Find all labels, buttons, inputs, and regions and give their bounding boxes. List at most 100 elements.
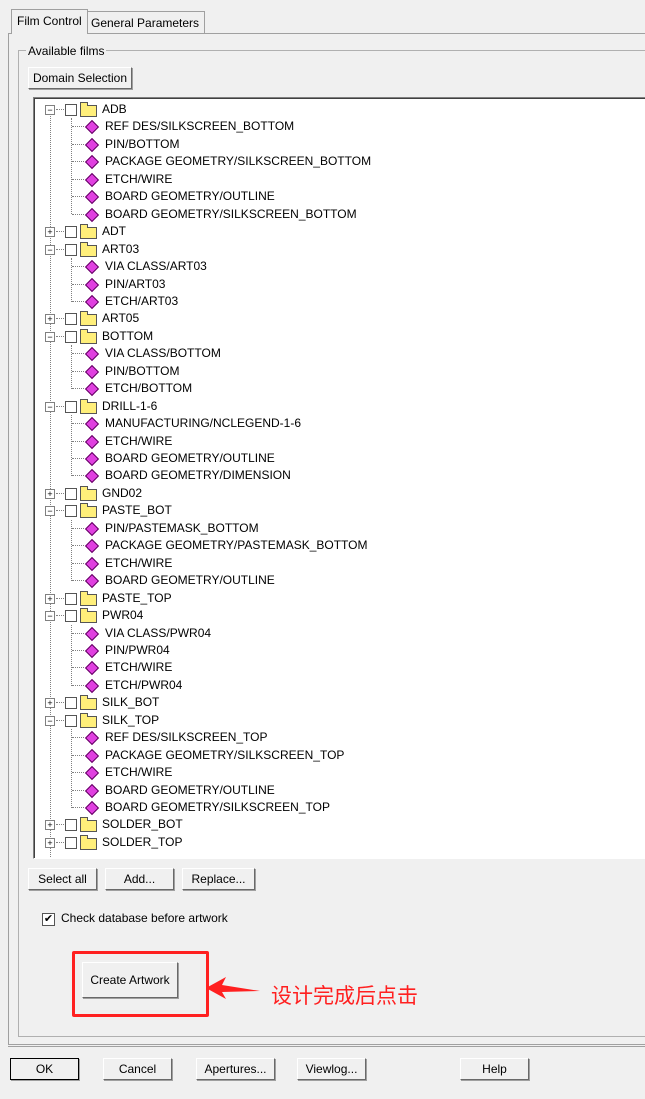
tree-subclass-row[interactable]: PACKAGE GEOMETRY/PASTEMASK_BOTTOM (34, 537, 634, 554)
film-checkbox[interactable] (65, 714, 77, 727)
tree-subclass-row[interactable]: ETCH/WIRE (34, 764, 634, 781)
apertures-button[interactable]: Apertures... (196, 1058, 275, 1080)
expand-icon[interactable]: + (45, 227, 55, 238)
collapse-icon[interactable]: − (45, 715, 55, 726)
collapse-icon[interactable]: − (45, 401, 55, 412)
tree-subclass-row[interactable]: ETCH/WIRE (34, 555, 634, 572)
tree-subclass-row[interactable]: PIN/ART03 (34, 276, 634, 293)
collapse-icon[interactable]: − (45, 244, 55, 255)
tree-subclass-row[interactable]: PIN/BOTTOM (34, 136, 634, 153)
tree-folder-row[interactable]: + SOLDER_TOP (34, 834, 634, 851)
tree-folder-row[interactable]: + SILK_BOT (34, 694, 634, 711)
tree-subclass-row[interactable]: BOARD GEOMETRY/DIMENSION (34, 467, 634, 484)
expand-icon[interactable]: + (45, 593, 55, 604)
tree-subclass-row[interactable]: PIN/BOTTOM (34, 363, 634, 380)
tree-subclass-row[interactable]: BOARD GEOMETRY/SILKSCREEN_TOP (34, 799, 634, 816)
tree-line (72, 772, 84, 774)
film-name: PASTE_TOP (102, 590, 172, 605)
tree-folder-row[interactable]: − DRILL-1-6 (34, 398, 634, 415)
tree-subclass-row[interactable]: ETCH/WIRE (34, 171, 634, 188)
tree-folder-row[interactable]: − ADB (34, 101, 634, 118)
tree-subclass-row[interactable]: BOARD GEOMETRY/OUTLINE (34, 782, 634, 799)
tree-subclass-row[interactable]: MANUFACTURING/NCLEGEND-1-6 (34, 415, 634, 432)
tree-subclass-row[interactable]: VIA CLASS/PWR04 (34, 625, 634, 642)
collapse-icon[interactable]: − (45, 105, 55, 115)
tree-line (56, 702, 64, 704)
tree-folder-row[interactable]: − PASTE_BOT (34, 502, 634, 519)
film-checkbox[interactable] (65, 819, 77, 832)
tree-subclass-row[interactable]: VIA CLASS/ART03 (34, 258, 634, 275)
expand-icon[interactable]: + (45, 698, 55, 709)
tree-subclass-row[interactable]: BOARD GEOMETRY/OUTLINE (34, 572, 634, 589)
help-button[interactable]: Help (460, 1058, 529, 1080)
tree-folder-row[interactable]: − BOTTOM (34, 328, 634, 345)
tab-general-parameters[interactable]: General Parameters (85, 11, 206, 34)
film-name: SOLDER_TOP (102, 834, 183, 849)
film-checkbox[interactable] (65, 610, 77, 623)
tree-subclass-row[interactable]: PIN/PWR04 (34, 642, 634, 659)
film-checkbox[interactable] (65, 697, 77, 710)
tree-subclass-row[interactable]: PACKAGE GEOMETRY/SILKSCREEN_TOP (34, 747, 634, 764)
tree-subclass-row[interactable]: ETCH/ART03 (34, 293, 634, 310)
film-name: ART03 (102, 241, 140, 256)
film-tree[interactable]: − ADB REF DES/SILKSCREEN_BOTTOM PIN/BOTTOM P… (33, 97, 645, 859)
tree-line (72, 178, 84, 180)
film-checkbox[interactable] (65, 330, 77, 343)
viewlog-button[interactable]: Viewlog... (297, 1058, 366, 1080)
ok-button[interactable]: OK (10, 1058, 79, 1080)
domain-selection-button[interactable]: Domain Selection (28, 67, 132, 89)
tree-folder-row[interactable]: − SILK_TOP (34, 712, 634, 729)
tree-folder-row[interactable]: + SOLDER_BOT (34, 816, 634, 833)
subclass-diamond-icon (84, 574, 100, 589)
tree-subclass-row[interactable]: VIA CLASS/BOTTOM (34, 345, 634, 362)
tree-subclass-row[interactable]: ETCH/WIRE (34, 659, 634, 676)
film-checkbox[interactable] (65, 104, 77, 116)
film-checkbox[interactable] (65, 487, 77, 500)
tree-subclass-row[interactable]: ETCH/WIRE (34, 433, 634, 450)
tree-subclass-row[interactable]: REF DES/SILKSCREEN_BOTTOM (34, 118, 634, 135)
tree-subclass-row[interactable]: PIN/PASTEMASK_BOTTOM (34, 520, 634, 537)
film-checkbox[interactable] (65, 226, 77, 239)
expand-icon[interactable]: + (45, 314, 55, 325)
tree-subclass-row[interactable]: ETCH/PWR04 (34, 677, 634, 694)
expand-icon[interactable]: + (45, 488, 55, 499)
expand-icon[interactable]: + (45, 820, 55, 831)
add-button[interactable]: Add... (105, 868, 174, 890)
film-checkbox[interactable] (65, 836, 77, 849)
expand-icon[interactable]: + (45, 837, 55, 848)
collapse-icon[interactable]: − (45, 331, 55, 342)
folder-open-icon (80, 102, 97, 117)
tree-folder-row[interactable]: + GND02 (34, 485, 634, 502)
subclass-name: REF DES/SILKSCREEN_BOTTOM (105, 119, 295, 134)
create-artwork-button[interactable]: Create Artwork (82, 962, 178, 998)
replace-button[interactable]: Replace... (182, 868, 255, 890)
film-checkbox[interactable] (65, 313, 77, 326)
tree-folder-row[interactable]: − PWR04 (34, 607, 634, 624)
tree-folder-row[interactable]: − ART03 (34, 241, 634, 258)
subclass-name: ETCH/PWR04 (105, 677, 183, 692)
subclass-diamond-icon (84, 294, 100, 310)
tree-folder-row[interactable]: + ART05 (34, 310, 634, 327)
tree-folder-row[interactable]: + ADT (34, 223, 634, 240)
film-checkbox[interactable] (65, 592, 77, 605)
tab-film-control[interactable]: Film Control (11, 9, 88, 34)
subclass-name: ETCH/WIRE (105, 660, 173, 675)
tree-subclass-row[interactable]: REF DES/SILKSCREEN_TOP (34, 729, 634, 746)
subclass-name: BOARD GEOMETRY/OUTLINE (105, 189, 275, 204)
tree-subclass-row[interactable]: ETCH/BOTTOM (34, 380, 634, 397)
tree-folder-row[interactable]: + PASTE_TOP (34, 590, 634, 607)
cancel-button[interactable]: Cancel (103, 1058, 172, 1080)
collapse-icon[interactable]: − (45, 506, 55, 517)
film-checkbox[interactable] (65, 243, 77, 256)
tree-line (56, 109, 64, 110)
film-checkbox[interactable] (65, 400, 77, 413)
tree-subclass-row[interactable]: BOARD GEOMETRY/OUTLINE (34, 450, 634, 467)
select-all-button[interactable]: Select all (28, 868, 97, 890)
tree-subclass-row[interactable]: BOARD GEOMETRY/SILKSCREEN_BOTTOM (34, 206, 634, 223)
collapse-icon[interactable]: − (45, 611, 55, 622)
tree-subclass-row[interactable]: PACKAGE GEOMETRY/SILKSCREEN_BOTTOM (34, 153, 634, 170)
tree-line (56, 492, 64, 494)
tree-subclass-row[interactable]: BOARD GEOMETRY/OUTLINE (34, 188, 634, 205)
check-database-checkbox[interactable]: ✔ (42, 913, 55, 926)
film-checkbox[interactable] (65, 505, 77, 518)
